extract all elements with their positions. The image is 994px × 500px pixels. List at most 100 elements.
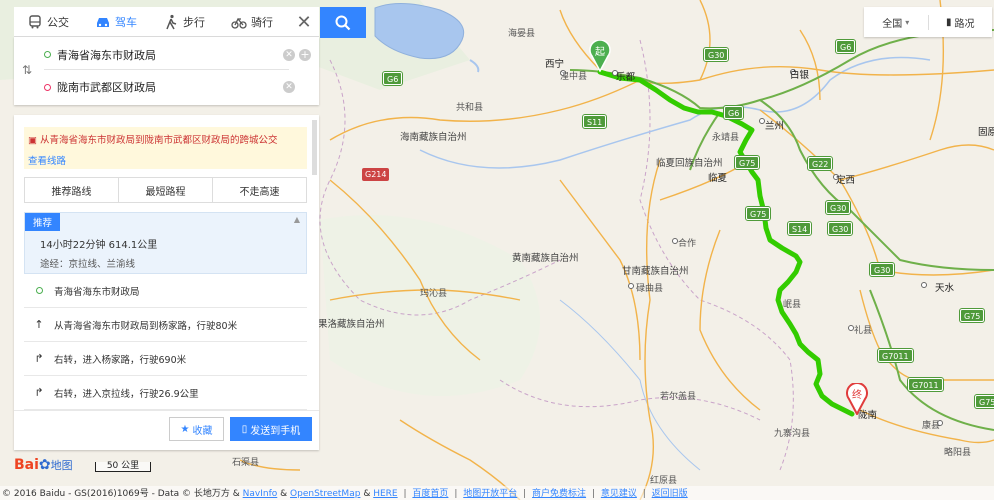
favorite-button[interactable]: ★ 收藏 xyxy=(169,417,224,441)
baidu-home-link[interactable]: 百度首页 xyxy=(412,489,448,499)
merchant-link[interactable]: 商户免费标注 xyxy=(532,489,586,499)
shield-g75a: G75 xyxy=(733,155,761,170)
shield-g30b: G30 xyxy=(824,200,852,215)
shield-g6c: G6 xyxy=(722,105,745,120)
label-guyuan: 固原 xyxy=(978,127,994,138)
label-kangxian: 康县 xyxy=(922,421,941,431)
right-turn-icon: ↱ xyxy=(34,352,44,365)
shield-g30a: G30 xyxy=(702,47,730,62)
plan-tab-no-highway[interactable]: 不走高速 xyxy=(213,178,306,202)
recommend-badge: 推荐 xyxy=(25,213,61,231)
right-turn-icon: ↱ xyxy=(34,386,44,399)
shield-s11: S11 xyxy=(581,114,608,129)
label-linxia: 临夏 xyxy=(708,173,728,184)
start-dot-icon xyxy=(44,51,51,58)
bus-icon xyxy=(29,14,41,28)
paw-icon: ✿ xyxy=(38,457,51,473)
start-marker-label: 起 xyxy=(595,46,605,58)
plan-tab-shortest[interactable]: 最短路程 xyxy=(119,178,213,202)
label-baiyin: 白银 xyxy=(790,70,810,81)
recommended-route[interactable]: 推荐 ▲ 14小时22分钟 614.1公里 途经：京拉线、兰渝线 xyxy=(24,212,307,274)
bike-icon xyxy=(231,17,247,29)
label-linxia-zhou: 临夏回族自治州 xyxy=(656,158,723,169)
route-summary: 14小时22分钟 614.1公里 xyxy=(40,240,158,251)
tab-walk[interactable]: 步行 xyxy=(150,7,218,37)
scale-bar: 50 公里 xyxy=(95,462,151,472)
clear-end-icon[interactable]: ✕ xyxy=(283,81,295,93)
start-field[interactable]: 青海省海东市财政局 ✕ + xyxy=(44,40,311,70)
step-text: 右转，进入京拉线，行驶26.9公里 xyxy=(54,388,199,400)
label-seat1: 岷县 xyxy=(783,300,802,310)
shield-g75c: G75 xyxy=(958,308,986,323)
step-1[interactable]: ↑ 从青海省海东市财政局到杨家路，行驶80米 xyxy=(24,308,307,342)
step-text: 青海省海东市财政局 xyxy=(54,286,140,298)
walk-icon xyxy=(166,14,177,29)
end-marker[interactable]: 终 xyxy=(846,383,868,415)
label-hainan: 海南藏族自治州 xyxy=(400,132,467,143)
shield-g214: G214 xyxy=(362,168,390,181)
step-3[interactable]: ↱ 右转，进入京拉线，行驶26.9公里 xyxy=(24,376,307,410)
traffic-light-icon: ▮ xyxy=(945,16,952,28)
shield-g75d: G75 xyxy=(973,394,994,409)
step-start[interactable]: 青海省海东市财政局 xyxy=(24,274,307,308)
star-icon: ★ xyxy=(180,423,190,435)
label-luqu: 碌曲县 xyxy=(636,284,664,294)
tab-bus[interactable]: 公交 xyxy=(14,7,82,37)
route-via: 途经：京拉线、兰渝线 xyxy=(40,259,136,270)
step-2[interactable]: ↱ 右转，进入杨家路，行驶690米 xyxy=(24,342,307,376)
search-button[interactable] xyxy=(320,7,366,38)
actions-bar: ★ 收藏 ▯ 发送到手机 xyxy=(14,410,319,450)
end-dot-icon xyxy=(44,83,51,91)
transport-modes: 公交 驾车 步行 骑行 ✕ xyxy=(14,7,319,37)
shield-s14: S14 xyxy=(786,221,813,236)
region-selector[interactable]: 全国 ▾ xyxy=(864,14,929,30)
label-xining: 西宁 xyxy=(545,59,565,70)
feedback-link[interactable]: 意见建议 xyxy=(601,489,637,499)
logo-du: 地图 xyxy=(50,459,73,472)
label-jiuzhaigou: 九寨沟县 xyxy=(774,429,811,439)
shield-g75b: G75 xyxy=(744,206,772,221)
shield-g30d: G30 xyxy=(868,262,896,277)
old-version-link[interactable]: 返回旧版 xyxy=(652,489,688,499)
route-panel: 公交 驾车 步行 骑行 ✕ ⇅ 青海省海东市财政局 ✕ + 陇南市武都区财政局 … xyxy=(14,7,319,105)
view-lines-link[interactable]: 查看线路 xyxy=(28,153,303,167)
search-icon xyxy=(335,15,351,30)
label-huangnan: 黄南藏族自治州 xyxy=(512,253,579,264)
label-huangzhong: 湟中县 xyxy=(560,72,588,82)
close-icon[interactable]: ✕ xyxy=(289,7,319,37)
intercity-notice: ▣ 从青海省海东市财政局到陇南市武都区财政局的跨城公交 查看线路 xyxy=(24,127,307,169)
add-waypoint-icon[interactable]: + xyxy=(299,48,311,61)
tab-bike[interactable]: 骑行 xyxy=(218,7,286,37)
send-to-phone-button[interactable]: ▯ 发送到手机 xyxy=(230,417,312,441)
tab-drive[interactable]: 驾车 xyxy=(82,7,150,37)
traffic-toggle[interactable]: ▮ 路况 xyxy=(929,15,993,30)
start-marker[interactable]: 起 xyxy=(589,40,611,72)
shield-g30c: G30 xyxy=(826,221,854,236)
collapse-icon[interactable]: ▲ xyxy=(294,215,300,224)
label-gonghe: 共和县 xyxy=(456,103,484,113)
label-ruoergai: 若尔盖县 xyxy=(660,392,697,402)
end-field[interactable]: 陇南市武都区财政局 ✕ xyxy=(44,72,295,102)
label-tianshui: 天水 xyxy=(935,283,955,294)
clear-start-icon[interactable]: ✕ xyxy=(283,48,295,61)
label-lixian: 礼县 xyxy=(854,326,873,336)
notice-text: 从青海省海东市财政局到陇南市武都区财政局的跨城公交 xyxy=(40,135,278,146)
results-scrollbar[interactable] xyxy=(312,120,317,175)
open-platform-link[interactable]: 地图开放平台 xyxy=(463,489,517,499)
amp-1: & xyxy=(280,489,288,499)
swap-icon[interactable]: ⇅ xyxy=(22,63,32,77)
here-link[interactable]: HERE xyxy=(373,489,397,499)
label-ledu: 乐都 xyxy=(616,72,636,83)
tab-walk-label: 步行 xyxy=(183,15,205,29)
navinfo-link[interactable]: NavInfo xyxy=(243,489,278,499)
osm-link[interactable]: OpenStreetMap xyxy=(290,489,360,499)
footer: © 2016 Baidu - GS(2016)1069号 - Data © 长地… xyxy=(0,486,994,500)
shield-g7011b: G7011 xyxy=(907,377,944,392)
logo-bai: Bai xyxy=(14,457,39,473)
end-marker-label: 终 xyxy=(852,388,862,401)
label-guoluo: 果洛藏族自治州 xyxy=(318,319,385,330)
step-text: 右转，进入杨家路，行驶690米 xyxy=(54,354,187,366)
label-shiqu: 石渠县 xyxy=(232,458,260,468)
shield-g22: G22 xyxy=(806,156,834,171)
plan-tab-recommended[interactable]: 推荐路线 xyxy=(25,178,119,202)
